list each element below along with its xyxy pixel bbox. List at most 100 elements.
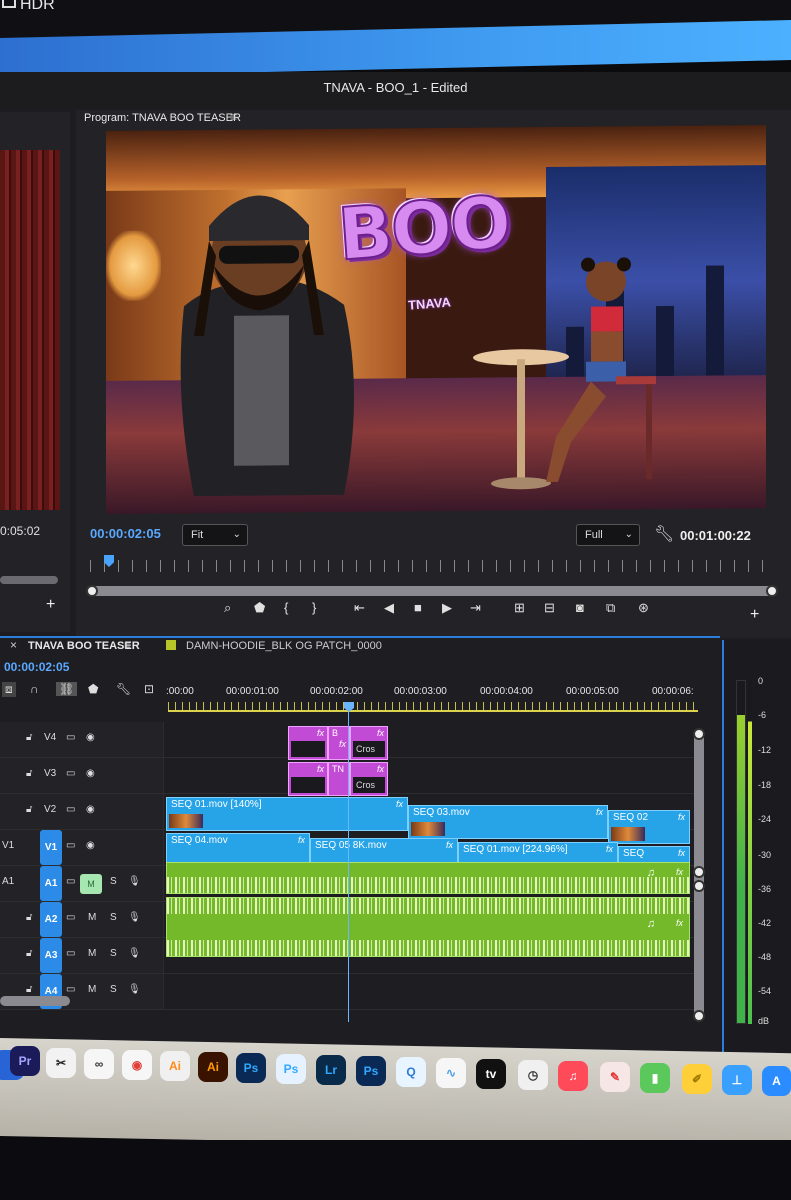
solo-button[interactable]: S bbox=[110, 984, 117, 995]
step-back-icon[interactable]: ◀ bbox=[384, 600, 394, 616]
sync-lock-icon[interactable]: ▭ bbox=[66, 984, 75, 995]
photoshop-icon[interactable]: Ps bbox=[276, 1054, 306, 1084]
premiere-pro-icon[interactable]: Pr bbox=[10, 1046, 40, 1076]
video-clip[interactable]: SEQ 02 fx bbox=[608, 810, 690, 844]
mute-button[interactable]: M bbox=[88, 984, 96, 995]
graphic-clip[interactable]: B fx bbox=[328, 726, 350, 760]
microphone-icon[interactable]: 🎙︎ bbox=[128, 948, 141, 959]
graphic-clip[interactable]: fx bbox=[288, 762, 328, 796]
mute-button[interactable]: M bbox=[88, 948, 96, 959]
lightroom-icon[interactable]: Lr bbox=[316, 1055, 346, 1085]
step-forward-icon[interactable]: ▶ bbox=[442, 600, 452, 616]
sync-lock-icon[interactable]: ▭ bbox=[66, 912, 75, 923]
timeline-vertical-scrollbar[interactable] bbox=[693, 728, 705, 1022]
solo-button[interactable]: S bbox=[110, 948, 117, 959]
cross-dissolve-transition[interactable]: Cros bbox=[353, 741, 385, 757]
capcut-icon[interactable]: ✂ bbox=[46, 1048, 76, 1078]
program-time-ruler[interactable] bbox=[90, 560, 772, 572]
illustrator-icon[interactable]: Ai bbox=[160, 1051, 190, 1081]
quicktime-icon[interactable]: Q bbox=[396, 1057, 426, 1087]
track-label[interactable]: V2 bbox=[44, 804, 56, 815]
video-clip[interactable]: SEQ 01.mov [140%] fx bbox=[166, 797, 408, 831]
lock-icon[interactable]: 🔓︎ bbox=[26, 768, 32, 779]
track-label[interactable]: V4 bbox=[44, 732, 56, 743]
close-icon[interactable]: × bbox=[10, 638, 17, 652]
app-store-icon[interactable]: A bbox=[762, 1066, 791, 1096]
news-icon[interactable]: ✎ bbox=[600, 1062, 630, 1092]
music-icon[interactable]: ♫ bbox=[558, 1061, 588, 1091]
extract-icon[interactable]: ⊟ bbox=[544, 600, 555, 616]
track-label[interactable]: V3 bbox=[44, 768, 56, 779]
eye-icon[interactable]: ◉ bbox=[86, 732, 95, 743]
wrench-icon[interactable]: 🔧︎ bbox=[116, 682, 131, 696]
scrollbar-handle-right[interactable] bbox=[766, 585, 778, 597]
source-add-button[interactable]: + bbox=[46, 596, 55, 614]
lock-icon[interactable]: 🔓︎ bbox=[26, 732, 32, 743]
hamburger-icon[interactable]: ≡ bbox=[230, 110, 237, 124]
timeline-tab-2[interactable]: DAMN-HOODIE_BLK OG PATCH_0000 bbox=[186, 640, 382, 652]
captions-icon[interactable]: ⊡ bbox=[144, 682, 154, 696]
numbers-icon[interactable]: ▮ bbox=[640, 1063, 670, 1093]
apple-tv-icon[interactable]: tv bbox=[476, 1059, 506, 1089]
chrome-icon[interactable]: ◉ bbox=[122, 1050, 152, 1080]
clock-icon[interactable]: ◷ bbox=[518, 1060, 548, 1090]
scrollbar-handle-left[interactable] bbox=[86, 585, 98, 597]
pages-icon[interactable]: ✐ bbox=[682, 1064, 712, 1094]
track-target-a3[interactable]: A3 bbox=[40, 938, 62, 973]
fit-dropdown[interactable]: Fit ⌄ bbox=[182, 524, 248, 546]
solo-button[interactable]: S bbox=[110, 912, 117, 923]
lock-icon[interactable]: 🔓︎ bbox=[26, 984, 32, 995]
audio-clip[interactable]: ♫ fx bbox=[166, 862, 690, 894]
source-patch-label[interactable]: A1 bbox=[2, 876, 14, 887]
scrollbar-handle-mid[interactable] bbox=[693, 866, 705, 878]
linked-selection-icon[interactable]: ⛓ bbox=[56, 682, 78, 696]
quality-dropdown[interactable]: Full ⌄ bbox=[576, 524, 640, 546]
go-to-out-icon[interactable]: ⇥ bbox=[470, 600, 481, 616]
sync-lock-icon[interactable]: ▭ bbox=[66, 876, 75, 887]
hamburger-icon[interactable]: ≡ bbox=[124, 638, 131, 652]
sync-lock-icon[interactable]: ▭ bbox=[66, 804, 75, 815]
source-patch-label[interactable]: V1 bbox=[2, 840, 14, 851]
work-area-bar[interactable] bbox=[168, 710, 698, 712]
sync-lock-icon[interactable]: ▭ bbox=[66, 768, 75, 779]
cross-dissolve-transition[interactable]: Cros bbox=[353, 777, 385, 793]
snap-icon[interactable]: ∩ bbox=[30, 682, 39, 696]
program-tab[interactable]: Program: TNAVA BOO TEASER bbox=[84, 112, 241, 124]
lock-icon[interactable]: 🔓︎ bbox=[26, 804, 32, 815]
eye-icon[interactable]: ◉ bbox=[86, 804, 95, 815]
photoshop-icon[interactable]: Ps bbox=[236, 1053, 266, 1083]
video-clip[interactable]: SEQ 03.mov fx bbox=[408, 805, 608, 839]
button-editor-add[interactable]: + bbox=[750, 606, 759, 624]
track-target-v1[interactable]: V1 bbox=[40, 830, 62, 865]
graphic-clip[interactable]: fx Cros bbox=[350, 762, 388, 796]
add-marker-icon[interactable]: ⬟ bbox=[88, 682, 98, 696]
export-frame-icon[interactable]: ⌕ bbox=[224, 600, 231, 616]
photoshop-icon[interactable]: Ps bbox=[356, 1056, 386, 1086]
wrench-icon[interactable]: 🔧︎ bbox=[654, 524, 674, 544]
microphone-icon[interactable]: 🎙︎ bbox=[128, 984, 141, 995]
camera-icon[interactable]: ◙ bbox=[576, 600, 584, 615]
mute-button[interactable]: M bbox=[88, 912, 96, 923]
graphic-clip[interactable]: fx Cros bbox=[350, 726, 388, 760]
mark-out-icon[interactable]: } bbox=[312, 600, 316, 615]
mark-in-icon[interactable]: { bbox=[284, 600, 288, 615]
sync-lock-icon[interactable]: ▭ bbox=[66, 732, 75, 743]
eye-icon[interactable]: ◉ bbox=[86, 840, 95, 851]
add-marker-icon[interactable]: ⬟ bbox=[254, 600, 265, 616]
microphone-icon[interactable]: 🎙︎ bbox=[128, 912, 141, 923]
scrollbar-handle-mid[interactable] bbox=[693, 880, 705, 892]
scrollbar-handle-bottom[interactable] bbox=[693, 1010, 705, 1022]
audio-clip[interactable]: ♫ fx bbox=[166, 897, 690, 957]
graphic-clip[interactable]: TN bbox=[328, 762, 350, 796]
comparison-view-icon[interactable]: ⧉ bbox=[606, 600, 615, 616]
source-scrubber[interactable] bbox=[0, 576, 58, 584]
mute-button[interactable]: M bbox=[80, 874, 102, 894]
sync-lock-icon[interactable]: ▭ bbox=[66, 948, 75, 959]
vr-icon[interactable]: ⊛ bbox=[638, 600, 649, 616]
lasso-app-icon[interactable]: ∞ bbox=[84, 1049, 114, 1079]
timeline-horizontal-scrollbar[interactable] bbox=[0, 996, 70, 1006]
lift-icon[interactable]: ⊞ bbox=[514, 600, 525, 616]
program-current-timecode[interactable]: 00:00:02:05 bbox=[90, 526, 161, 541]
sync-lock-icon[interactable]: ▭ bbox=[66, 840, 75, 851]
microphone-icon[interactable]: 🎙︎ bbox=[128, 876, 141, 887]
